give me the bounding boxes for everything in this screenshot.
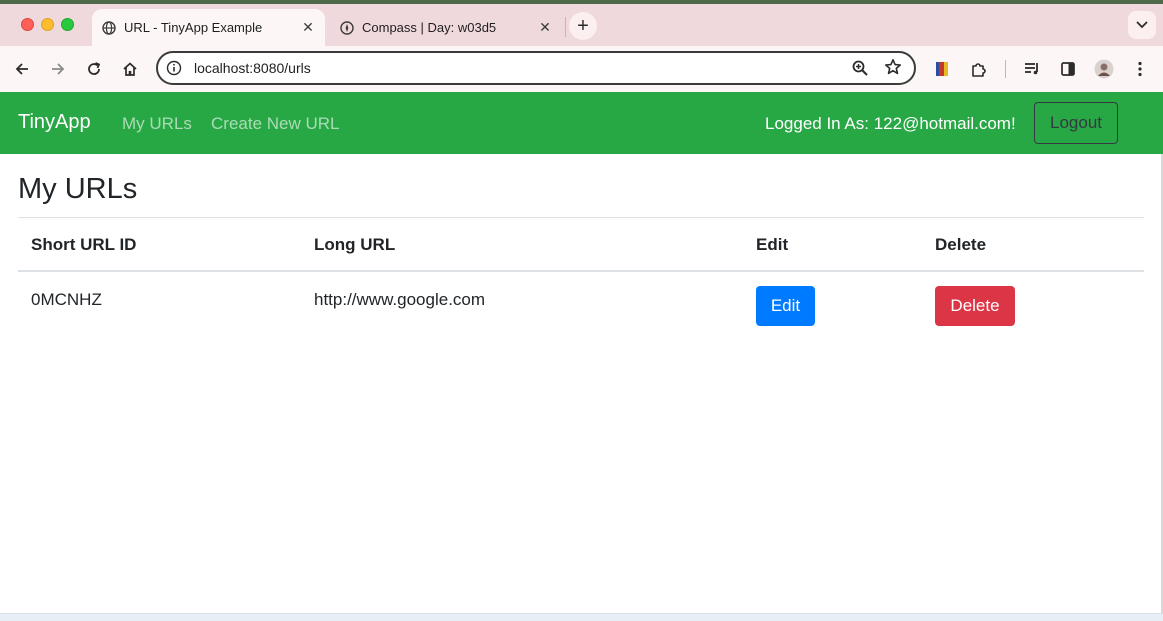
- book-extension-icon: [936, 62, 948, 76]
- table-header-long-url: Long URL: [314, 235, 396, 254]
- site-info-icon[interactable]: [166, 60, 182, 76]
- back-button[interactable]: [9, 56, 35, 82]
- close-tab-icon[interactable]: ✕: [537, 19, 553, 36]
- home-icon: [123, 62, 137, 76]
- reload-button[interactable]: [81, 56, 107, 82]
- tab-title: URL - TinyApp Example: [124, 20, 263, 35]
- address-bar[interactable]: localhost:8080/urls: [156, 51, 916, 85]
- avatar: [1094, 59, 1114, 79]
- nav-link-create-new-url[interactable]: Create New URL: [211, 114, 340, 134]
- arrow-right-icon: [52, 63, 65, 75]
- chevron-down-icon: [1136, 21, 1148, 29]
- table-header-short-url-id: Short URL ID: [31, 235, 137, 254]
- long-url-cell: http://www.google.com: [314, 290, 486, 309]
- media-control-button[interactable]: [1019, 56, 1045, 82]
- logout-button[interactable]: Logout: [1034, 102, 1118, 144]
- minimize-window-button[interactable]: [41, 18, 54, 31]
- side-panel-icon: [1061, 62, 1075, 76]
- side-panel-button[interactable]: [1055, 56, 1081, 82]
- window-bottom-bar: [0, 613, 1163, 621]
- bookmark-star-icon[interactable]: [884, 58, 902, 76]
- nav-link-my-urls[interactable]: My URLs: [122, 114, 192, 134]
- tab-tinyapp[interactable]: URL - TinyApp Example ✕: [92, 9, 325, 46]
- delete-button[interactable]: Delete: [935, 286, 1015, 326]
- tab-search-button[interactable]: [1128, 11, 1156, 39]
- globe-icon: [102, 20, 116, 35]
- arrow-left-icon: [15, 63, 28, 75]
- profile-button[interactable]: [1091, 56, 1117, 82]
- edit-button[interactable]: Edit: [756, 286, 815, 326]
- extension-book-button[interactable]: [929, 56, 955, 82]
- reload-icon: [88, 62, 101, 75]
- browser-menu-button[interactable]: [1127, 56, 1153, 82]
- app-navbar: TinyApp My URLs Create New URL Logged In…: [0, 92, 1163, 154]
- compass-icon: [340, 20, 354, 35]
- tab-title: Compass | Day: w03d5: [362, 20, 497, 35]
- close-window-button[interactable]: [21, 18, 34, 31]
- new-tab-button[interactable]: +: [569, 12, 597, 40]
- toolbar-divider: [1005, 60, 1006, 78]
- address-url[interactable]: localhost:8080/urls: [194, 60, 311, 76]
- table-header-edit: Edit: [756, 235, 789, 254]
- logged-in-status: Logged In As: 122@hotmail.com!: [765, 114, 1016, 133]
- brand-link[interactable]: TinyApp: [18, 111, 91, 134]
- short-url-id-cell: 0MCNHZ: [31, 290, 102, 309]
- zoom-icon[interactable]: [851, 59, 869, 77]
- browser-tab-strip: URL - TinyApp Example ✕ Compass | Day: w…: [0, 0, 1163, 46]
- page-title: My URLs: [18, 173, 138, 205]
- puzzle-icon: [972, 63, 986, 77]
- zoom-window-button[interactable]: [61, 18, 74, 31]
- home-button[interactable]: [117, 56, 143, 82]
- table-header-delete: Delete: [935, 235, 987, 254]
- playlist-icon: [1025, 63, 1038, 75]
- kebab-menu-icon: [1138, 61, 1142, 77]
- tab-separator: [565, 17, 566, 37]
- table-top-border: [18, 217, 1144, 218]
- forward-button[interactable]: [45, 56, 71, 82]
- browser-toolbar: localhost:8080/urls: [0, 46, 1163, 92]
- window-top-edge: [0, 0, 1163, 4]
- close-tab-icon[interactable]: ✕: [300, 19, 316, 36]
- tab-compass[interactable]: Compass | Day: w03d5 ✕: [330, 9, 562, 46]
- extensions-button[interactable]: [966, 56, 992, 82]
- table-header-divider: [18, 270, 1144, 272]
